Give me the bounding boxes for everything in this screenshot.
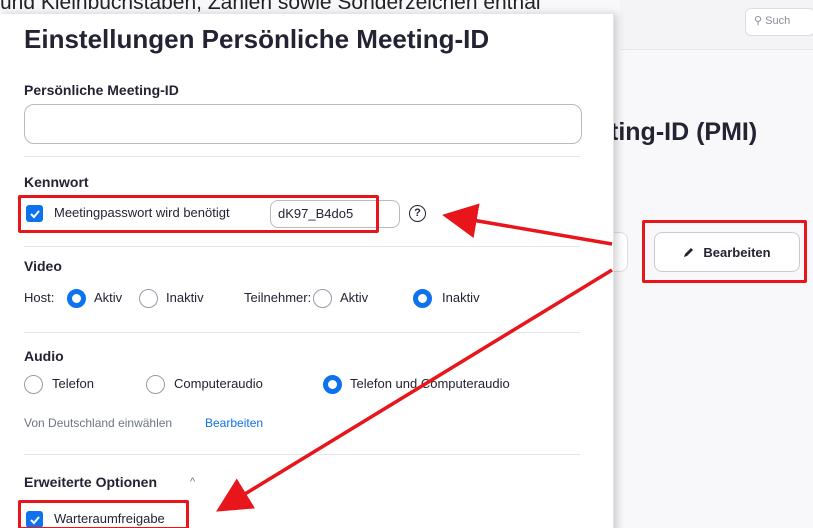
video-participant-off-label: Inaktiv (442, 290, 480, 305)
audio-both-label: Telefon und Computeraudio (350, 376, 510, 391)
video-host-label: Host: (24, 290, 55, 305)
audio-both-radio[interactable] (323, 375, 342, 394)
pmi-settings-dialog: Einstellungen Persönliche Meeting-ID Per… (0, 14, 614, 528)
video-participant-off-radio[interactable] (413, 289, 432, 308)
section-divider (24, 332, 580, 333)
annotation-box-waiting-room (18, 500, 189, 528)
search-placeholder: Such (765, 15, 791, 27)
search-icon: ⚲ (754, 15, 763, 27)
video-host-off-label: Inaktiv (166, 290, 204, 305)
background-heading: ting-ID (PMI) (610, 118, 758, 146)
video-host-on-radio[interactable] (67, 289, 86, 308)
audio-phone-radio[interactable] (24, 375, 43, 394)
dial-in-text: Von Deutschland einwählen (24, 416, 173, 430)
pmi-input[interactable] (24, 104, 582, 144)
advanced-section-label: Erweiterte Optionen (24, 474, 158, 490)
chevron-up-icon[interactable]: ^ (190, 476, 195, 488)
password-section-label: Kennwort (24, 174, 89, 190)
annotation-box-edit (642, 220, 807, 283)
section-divider (24, 246, 580, 247)
video-participant-on-label: Aktiv (340, 290, 369, 305)
video-host-off-radio[interactable] (139, 289, 158, 308)
audio-computer-label: Computeraudio (174, 376, 263, 391)
dialog-title: Einstellungen Persönliche Meeting-ID (24, 24, 490, 54)
help-icon[interactable]: ? (409, 205, 426, 222)
caption-text: und Kleinbuchstaben, Zahlen sowie Sonder… (0, 0, 541, 14)
section-divider (24, 156, 580, 157)
video-host-on-label: Aktiv (94, 290, 123, 305)
dial-in-edit-link[interactable]: Bearbeiten (205, 416, 263, 430)
video-participant-on-radio[interactable] (313, 289, 332, 308)
pmi-section-label: Persönliche Meeting-ID (24, 82, 179, 98)
audio-computer-radio[interactable] (146, 375, 165, 394)
video-section-label: Video (24, 258, 62, 274)
annotation-box-password (18, 195, 379, 233)
section-divider (24, 454, 580, 455)
video-participant-label: Teilnehmer: (244, 290, 312, 305)
audio-phone-label: Telefon (52, 376, 94, 391)
audio-section-label: Audio (24, 348, 64, 364)
